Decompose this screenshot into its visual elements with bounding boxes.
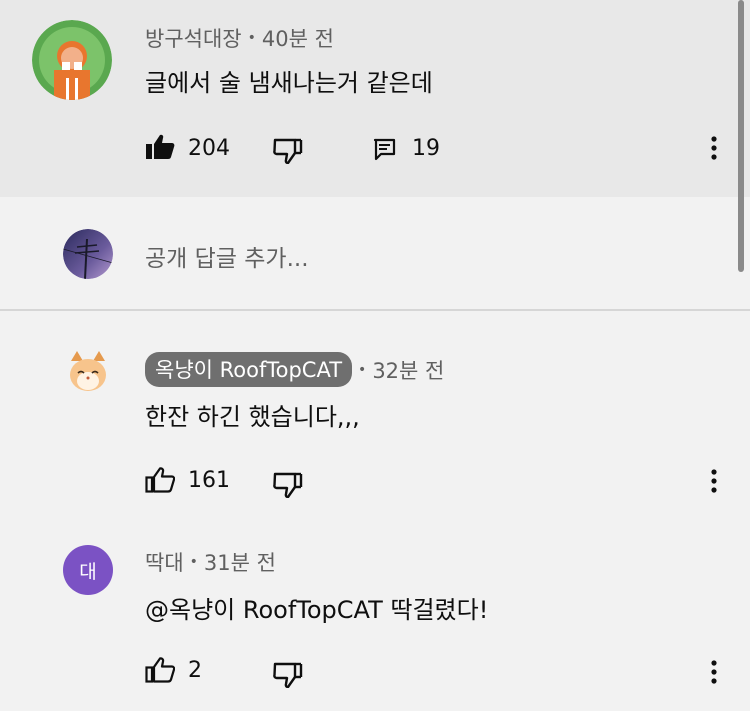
timestamp[interactable]: 32분 전 [372, 355, 444, 385]
thumbs-down-icon [273, 472, 303, 498]
dislike-button[interactable] [273, 472, 303, 498]
more-button[interactable] [704, 135, 724, 161]
reply-count: 19 [412, 136, 440, 161]
separator-dot: • [358, 361, 367, 378]
dislike-button[interactable] [273, 662, 303, 688]
thumbs-up-filled-icon [146, 134, 175, 159]
timestamp[interactable]: 40분 전 [262, 23, 334, 53]
comment-meta: 딱대 • 31분 전 [145, 547, 276, 577]
like-button[interactable] [145, 467, 175, 493]
timestamp[interactable]: 31분 전 [204, 547, 276, 577]
like-count: 204 [188, 136, 230, 161]
separator-dot: • [247, 30, 256, 46]
separator-dot: • [189, 554, 198, 570]
highlighted-comment-bg [0, 0, 750, 197]
author-name[interactable]: 딱대 [145, 547, 184, 577]
more-vert-icon [711, 660, 717, 684]
user-avatar[interactable] [63, 229, 113, 279]
more-button[interactable] [704, 659, 724, 685]
comment-meta: 옥냥이 RoofTopCAT • 32분 전 [145, 352, 444, 387]
reply-button[interactable] [373, 138, 397, 162]
like-button[interactable] [145, 134, 175, 160]
like-count: 2 [188, 658, 202, 683]
more-button[interactable] [704, 468, 724, 494]
comment-text: 한잔 하긴 했습니다,,, [145, 403, 360, 431]
comment-text: @옥냥이 RoofTopCAT 딱걸렸다! [145, 596, 489, 624]
like-button[interactable] [145, 657, 175, 683]
comment-icon [373, 138, 396, 161]
user-avatar-image [63, 229, 113, 279]
scrollbar[interactable] [738, 0, 744, 272]
more-vert-icon [711, 136, 717, 160]
thumbs-up-icon [145, 467, 175, 493]
thumbs-down-icon [273, 662, 303, 688]
like-count: 161 [188, 468, 230, 493]
avatar-letter: 대 [79, 560, 97, 583]
author-name[interactable]: 방구석대장 [145, 23, 242, 53]
thumbs-down-icon [273, 138, 303, 164]
cat-avatar-illustration [63, 347, 113, 397]
comment-text: 글에서 술 냄새나는거 같은데 [145, 69, 433, 97]
reply-input[interactable]: 공개 답글 추가... [145, 239, 309, 273]
avatar[interactable] [63, 347, 113, 397]
avatar[interactable] [32, 20, 112, 100]
thumbs-up-icon [145, 657, 175, 683]
avatar-illustration [32, 20, 112, 100]
avatar[interactable]: 대 [63, 545, 113, 595]
dislike-button[interactable] [273, 138, 303, 164]
divider [0, 309, 750, 311]
more-vert-icon [711, 469, 717, 493]
comment-meta: 방구석대장 • 40분 전 [145, 23, 334, 53]
creator-badge-author[interactable]: 옥냥이 RoofTopCAT [145, 352, 353, 387]
